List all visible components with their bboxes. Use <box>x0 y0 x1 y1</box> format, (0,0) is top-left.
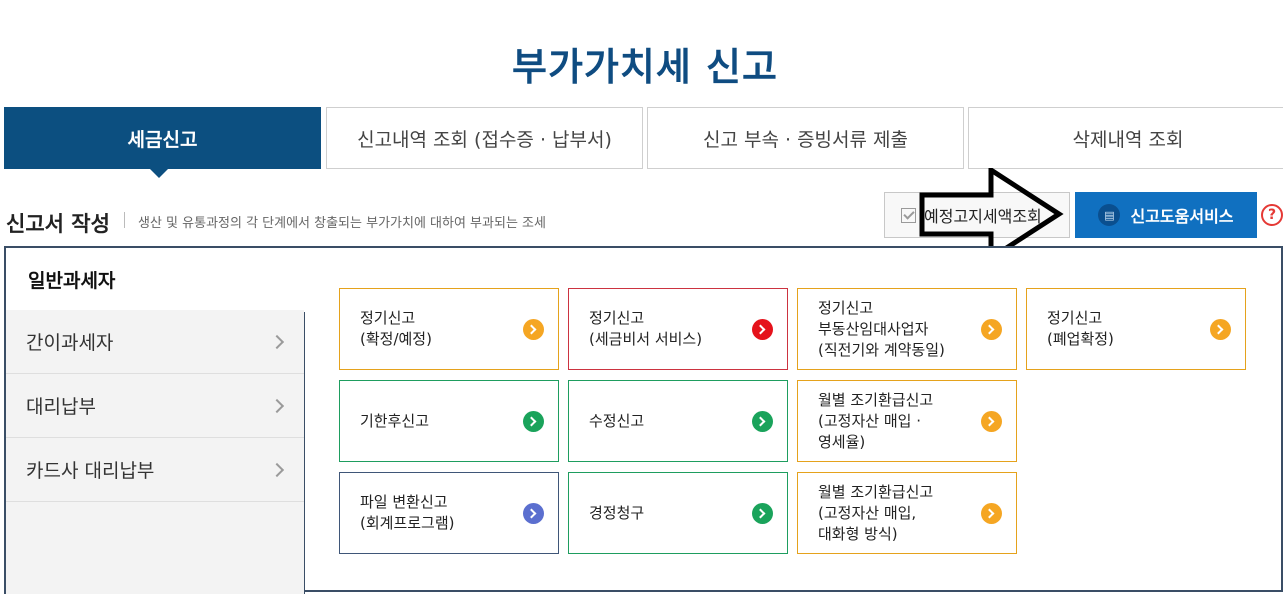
sidenav-list: 간이과세자 대리납부 카드사 대리납부 <box>4 310 304 594</box>
filing-option-card[interactable]: 월별 조기환급신고 (고정자산 매입, 대화형 방식) <box>797 472 1017 554</box>
chevron-circle-icon <box>523 318 544 340</box>
filing-option-card[interactable]: 정기신고 부동산임대사업자 (직전기와 계약동일) <box>797 288 1017 370</box>
chevron-circle-icon <box>523 410 544 432</box>
chevron-circle-icon <box>981 502 1002 524</box>
section-description: 생산 및 유통과정의 각 단계에서 창출되는 부가가치에 대하여 부과되는 조세 <box>138 216 546 231</box>
taxpayer-type-nav: 일반과세자 간이과세자 대리납부 카드사 대리납부 <box>4 246 305 594</box>
page-title: 부가가치세 신고 <box>512 45 778 89</box>
chevron-circle-icon <box>1210 318 1231 340</box>
section-title: 신고서 작성 <box>6 212 110 236</box>
tab-deleted-history[interactable]: 삭제내역 조회 <box>968 107 1283 169</box>
filing-help-service-label: 신고도움서비스 <box>1130 207 1234 226</box>
filing-panel: 정기신고 (확정/예정) 정기신고 (세금비서 서비스) 정기신고 부동산임대사업자… <box>4 246 1283 594</box>
tab-bar: 세금신고 신고내역 조회 (접수증 · 납부서) 신고 부속 · 증빙서류 제출… <box>4 107 1283 169</box>
active-tab-pointer <box>148 167 170 178</box>
help-icon[interactable]: ? <box>1261 204 1283 226</box>
sidenav-item-label: 카드사 대리납부 <box>26 460 155 482</box>
chevron-right-icon <box>269 334 285 349</box>
filing-option-label: 정기신고 (확정/예정) <box>360 309 432 348</box>
filing-option-label: 파일 변환신고 (회계프로그램) <box>360 493 455 532</box>
sidenav-item-proxy-payment[interactable]: 대리납부 <box>6 374 304 438</box>
filing-option-label: 기한후신고 <box>360 411 430 430</box>
sidenav-item-card-proxy-payment[interactable]: 카드사 대리납부 <box>6 438 304 502</box>
filing-option-card[interactable]: 정기신고 (폐업확정) <box>1026 288 1246 370</box>
chevron-right-icon <box>269 462 285 477</box>
filing-option-label: 정기신고 부동산임대사업자 (직전기와 계약동일) <box>818 298 945 359</box>
chevron-circle-icon <box>752 410 773 432</box>
filing-options-box: 정기신고 (확정/예정) 정기신고 (세금비서 서비스) 정기신고 부동산임대사업자… <box>303 246 1283 594</box>
tab-attachment-submit[interactable]: 신고 부속 · 증빙서류 제출 <box>647 107 964 169</box>
filing-option-label: 정기신고 (세금비서 서비스) <box>589 309 703 348</box>
sidenav-item-label: 대리납부 <box>26 396 96 418</box>
filing-option-label: 월별 조기환급신고 (고정자산 매입 · 영세율) <box>818 390 934 451</box>
sidenav-item-label: 간이과세자 <box>26 332 114 354</box>
chevron-circle-icon <box>981 410 1002 432</box>
filing-option-card[interactable]: 경정청구 <box>568 472 788 554</box>
chevron-circle-icon <box>981 318 1002 340</box>
filing-option-card[interactable]: 수정신고 <box>568 380 788 462</box>
filing-option-label: 수정신고 <box>589 411 645 430</box>
sidenav-item-simplified-taxpayer[interactable]: 간이과세자 <box>6 310 304 374</box>
book-icon: ▤ <box>1098 204 1121 226</box>
chevron-circle-icon <box>752 502 773 524</box>
tab-filing-history[interactable]: 신고내역 조회 (접수증 · 납부서) <box>326 107 643 169</box>
filing-option-card[interactable]: 월별 조기환급신고 (고정자산 매입 · 영세율) <box>797 380 1017 462</box>
filing-option-card[interactable]: 기한후신고 <box>339 380 559 462</box>
chevron-right-icon <box>269 398 285 413</box>
chevron-circle-icon <box>523 502 544 524</box>
filing-option-card[interactable]: 정기신고 (세금비서 서비스) <box>568 288 788 370</box>
filing-help-service-button[interactable]: ▤ 신고도움서비스 <box>1075 192 1257 238</box>
chevron-circle-icon <box>752 318 773 340</box>
section-divider <box>124 212 125 228</box>
tab-tax-filing[interactable]: 세금신고 <box>4 107 321 169</box>
filing-option-label: 정기신고 (폐업확정) <box>1047 309 1114 348</box>
sidenav-item-general-taxpayer[interactable]: 일반과세자 <box>4 246 305 310</box>
filing-option-label: 월별 조기환급신고 (고정자산 매입, 대화형 방식) <box>818 482 934 543</box>
filing-option-card[interactable]: 파일 변환신고 (회계프로그램) <box>339 472 559 554</box>
filing-option-card[interactable]: 정기신고 (확정/예정) <box>339 288 559 370</box>
checkbox-icon <box>901 207 916 223</box>
filing-option-label: 경정청구 <box>589 503 645 522</box>
